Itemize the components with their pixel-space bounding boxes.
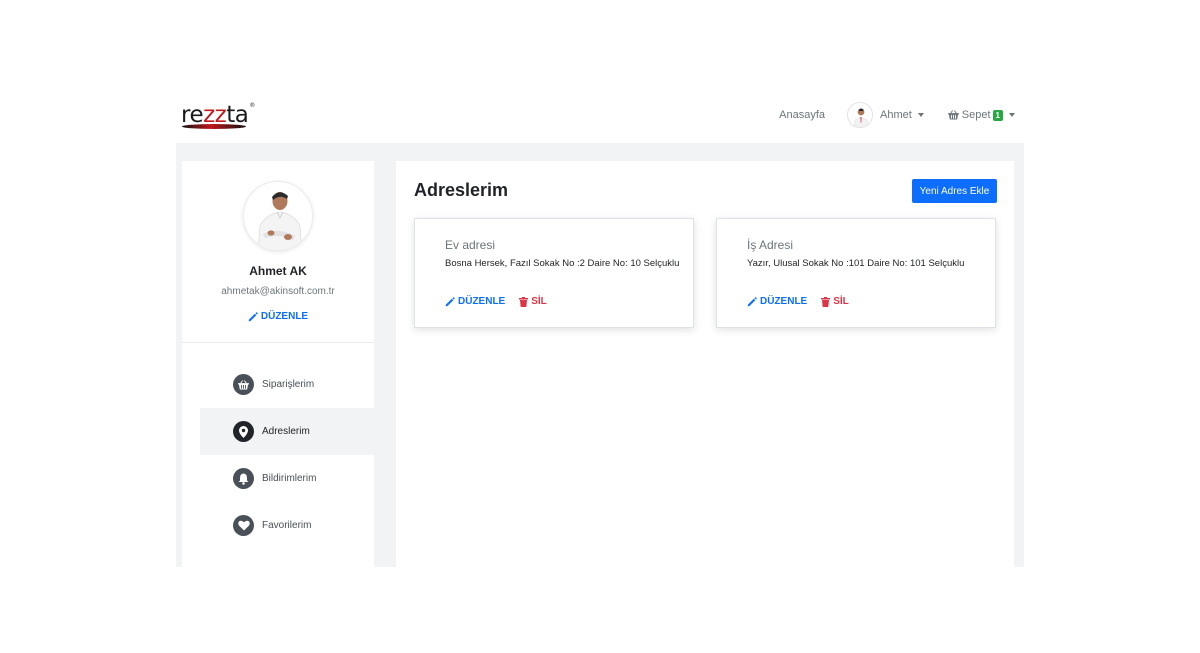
trash-icon — [519, 296, 529, 307]
nav-right: Anasayfa Ahmet Sepet 1 — [779, 100, 1015, 130]
edit-address-button[interactable]: DÜZENLE — [747, 296, 807, 307]
nav-cart-label: Sepet — [961, 109, 991, 121]
sidebar-item-label: Favorilerim — [262, 520, 312, 531]
sidebar-item-label: Siparişlerim — [262, 379, 315, 390]
profile-avatar — [243, 181, 313, 251]
person-photo-icon — [853, 108, 869, 127]
user-avatar — [847, 102, 873, 128]
logo-registered: ® — [249, 102, 255, 109]
nav-home-link[interactable]: Anasayfa — [779, 109, 825, 121]
address-card: İş Adresi Yazır, Ulusal Sokak No :101 Da… — [716, 218, 996, 328]
pencil-icon — [445, 296, 455, 306]
address-text: Yazır, Ulusal Sokak No :101 Daire No: 10… — [747, 258, 965, 269]
profile-edit-link[interactable]: DÜZENLE — [182, 311, 374, 322]
edit-label: DÜZENLE — [760, 296, 808, 307]
chevron-down-icon — [917, 113, 924, 117]
account-sidebar: Ahmet AK ahmetak@akinsoft.com.tr DÜZENLE… — [182, 161, 374, 567]
sidebar-item-label: Adreslerim — [262, 426, 310, 437]
map-pin-icon — [233, 421, 254, 442]
chevron-down-icon — [1009, 113, 1015, 117]
pencil-icon — [248, 311, 258, 321]
basket-icon — [233, 374, 254, 395]
sidebar-item-orders[interactable]: Siparişlerim — [200, 361, 374, 408]
address-actions: DÜZENLE SİL — [445, 296, 547, 307]
delete-label: SİL — [833, 296, 849, 307]
profile-edit-label: DÜZENLE — [260, 311, 309, 322]
sidebar-item-notifications[interactable]: Bildirimlerim — [200, 455, 374, 502]
profile-email: ahmetak@akinsoft.com.tr — [221, 286, 335, 297]
profile-card: Ahmet AK ahmetak@akinsoft.com.tr DÜZENLE — [182, 161, 374, 343]
address-text: Bosna Hersek, Fazıl Sokak No :2 Daire No… — [445, 258, 680, 269]
profile-name: Ahmet AK — [249, 264, 307, 278]
delete-address-button[interactable]: SİL — [821, 296, 849, 307]
basket-icon — [947, 110, 959, 120]
delete-label: SİL — [531, 296, 547, 307]
person-photo-icon — [244, 182, 312, 250]
sidebar-item-favorites[interactable]: Favorilerim — [200, 502, 374, 549]
heart-icon — [233, 515, 254, 536]
logo-swoosh — [182, 124, 246, 129]
sidebar-menu: Siparişlerim Adreslerim Bildirimlerim Fa… — [182, 361, 374, 549]
sidebar-item-label: Bildirimlerim — [262, 473, 317, 484]
addresses-panel: Adreslerim Yeni Adres Ekle Ev adresi Bos… — [396, 161, 1014, 567]
edit-label: DÜZENLE — [458, 296, 506, 307]
trash-icon — [821, 296, 831, 307]
delete-address-button[interactable]: SİL — [519, 296, 547, 307]
nav-user-dropdown[interactable]: Ahmet — [847, 102, 924, 128]
address-card: Ev adresi Bosna Hersek, Fazıl Sokak No :… — [414, 218, 694, 328]
edit-address-button[interactable]: DÜZENLE — [445, 296, 505, 307]
nav-cart-dropdown[interactable]: Sepet 1 — [947, 109, 1015, 121]
address-title: İş Adresi — [747, 238, 794, 252]
sidebar-item-addresses[interactable]: Adreslerim — [200, 408, 374, 455]
add-address-button[interactable]: Yeni Adres Ekle — [912, 179, 997, 203]
pencil-icon — [747, 296, 757, 306]
nav-user-name: Ahmet — [880, 109, 912, 121]
address-title: Ev adresi — [445, 238, 496, 252]
top-navbar: rezzta® Anasayfa Ahmet Sepet 1 — [176, 96, 1024, 140]
bell-icon — [233, 468, 254, 489]
cart-count-badge: 1 — [992, 109, 1003, 121]
address-actions: DÜZENLE SİL — [747, 296, 849, 307]
page-title: Adreslerim — [414, 180, 509, 200]
